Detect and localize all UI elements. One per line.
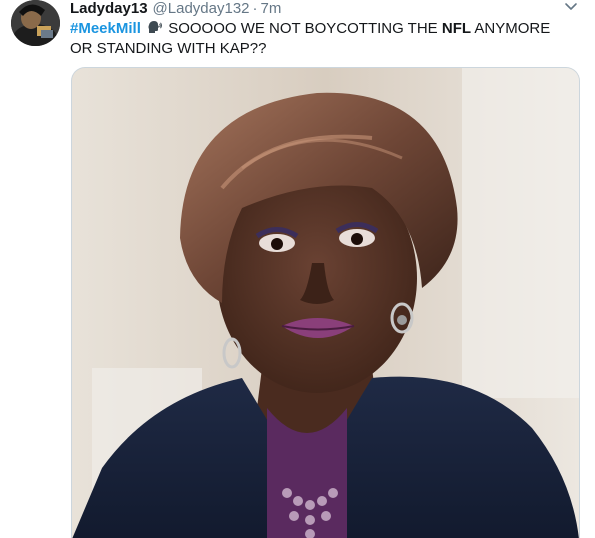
tweet-text-bold: NFL bbox=[441, 20, 472, 37]
avatar[interactable] bbox=[11, 0, 60, 46]
speaking-head-icon bbox=[147, 20, 162, 35]
tweet[interactable]: Ladyday13 @Ladyday132 · 7m #MeekMill SOO… bbox=[0, 0, 595, 538]
hashtag-link[interactable]: #MeekMill bbox=[70, 20, 141, 37]
chevron-down-icon[interactable] bbox=[562, 0, 580, 14]
tweet-media-image[interactable] bbox=[71, 67, 580, 538]
separator-dot: · bbox=[252, 0, 258, 17]
tweet-text: #MeekMill SOOOOO WE NOT BOYCOTTING THE N… bbox=[70, 19, 570, 59]
user-handle[interactable]: @Ladyday132 bbox=[153, 0, 250, 17]
timestamp[interactable]: 7m bbox=[261, 0, 282, 17]
display-name[interactable]: Ladyday13 bbox=[70, 0, 148, 17]
tweet-text-part-1: SOOOOO WE NOT BOYCOTTING THE bbox=[164, 20, 442, 37]
tweet-header: Ladyday13 @Ladyday132 · 7m bbox=[70, 0, 281, 18]
